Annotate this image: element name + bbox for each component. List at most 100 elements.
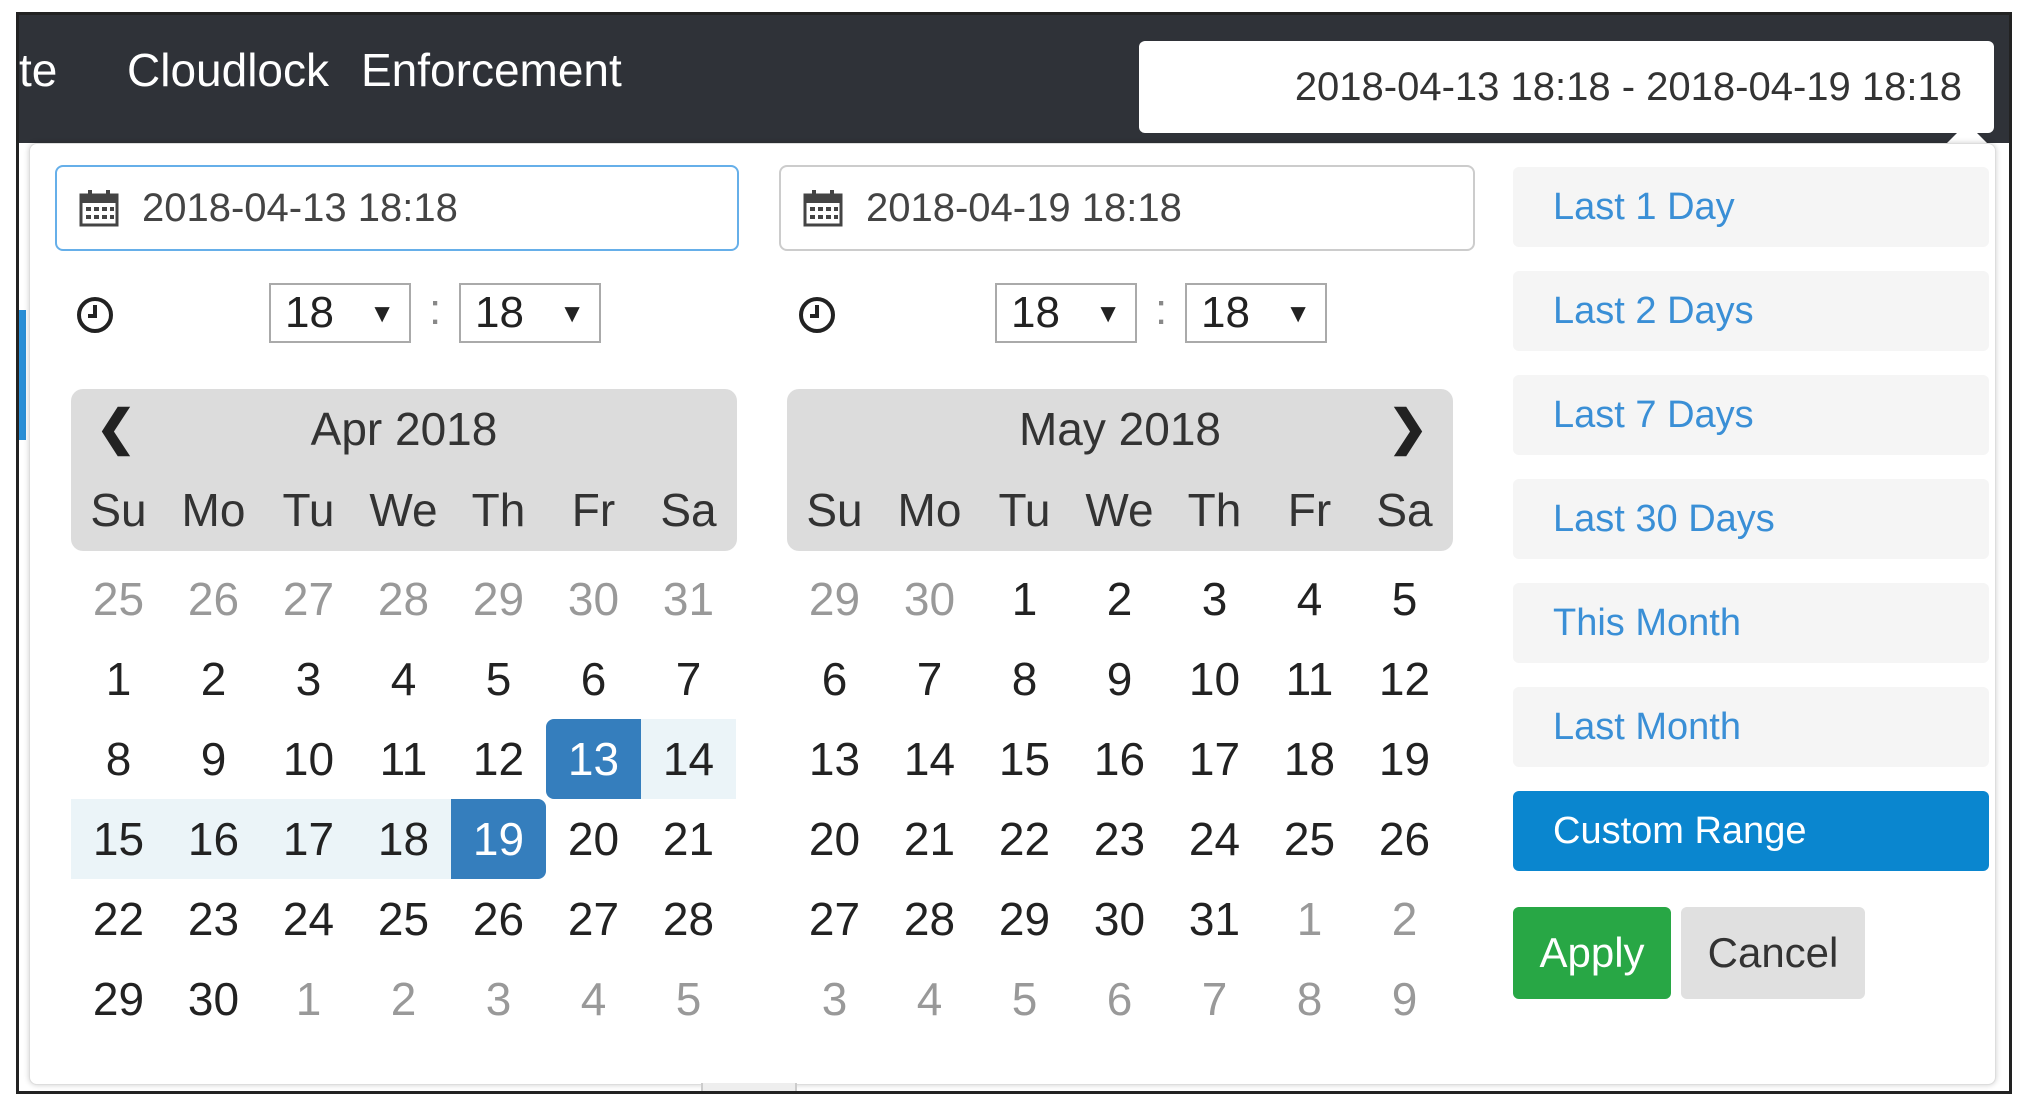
calendar-day[interactable]: 19 [1357, 719, 1452, 799]
calendar-day[interactable]: 25 [1262, 799, 1357, 879]
calendar-day[interactable]: 7 [641, 639, 736, 719]
calendar-day[interactable]: 31 [641, 559, 736, 639]
calendar-day[interactable]: 4 [546, 959, 641, 1039]
calendar-day[interactable]: 16 [1072, 719, 1167, 799]
calendar-day[interactable]: 31 [1167, 879, 1262, 959]
calendar-day[interactable]: 29 [71, 959, 166, 1039]
calendar-day[interactable]: 5 [641, 959, 736, 1039]
calendar-day[interactable]: 25 [71, 559, 166, 639]
calendar-day[interactable]: 20 [787, 799, 882, 879]
calendar-day[interactable]: 4 [882, 959, 977, 1039]
calendar-day[interactable]: 22 [71, 879, 166, 959]
calendar-day[interactable]: 24 [261, 879, 356, 959]
range-last-1-day[interactable]: Last 1 Day [1513, 167, 1989, 247]
calendar-day[interactable]: 23 [166, 879, 261, 959]
calendar-day[interactable]: 1 [1262, 879, 1357, 959]
calendar-day[interactable]: 6 [787, 639, 882, 719]
calendar-day[interactable]: 7 [882, 639, 977, 719]
nav-item-cloudlock[interactable]: Cloudlock [127, 43, 329, 97]
calendar-day[interactable]: 8 [977, 639, 1072, 719]
calendar-day[interactable]: 8 [1262, 959, 1357, 1039]
calendar-day[interactable]: 24 [1167, 799, 1262, 879]
calendar-day[interactable]: 5 [1357, 559, 1452, 639]
calendar-day[interactable]: 3 [451, 959, 546, 1039]
calendar-day[interactable]: 11 [1262, 639, 1357, 719]
calendar-day[interactable]: 13 [546, 719, 641, 799]
range-last-7-days[interactable]: Last 7 Days [1513, 375, 1989, 455]
calendar-day[interactable]: 9 [166, 719, 261, 799]
range-this-month[interactable]: This Month [1513, 583, 1989, 663]
calendar-day[interactable]: 29 [977, 879, 1072, 959]
calendar-day[interactable]: 3 [787, 959, 882, 1039]
calendar-day[interactable]: 9 [1072, 639, 1167, 719]
calendar-day[interactable]: 28 [882, 879, 977, 959]
calendar-day[interactable]: 5 [977, 959, 1072, 1039]
calendar-day[interactable]: 30 [882, 559, 977, 639]
apply-button[interactable]: Apply [1513, 907, 1671, 999]
calendar-day[interactable]: 30 [166, 959, 261, 1039]
range-custom-range[interactable]: Custom Range [1513, 791, 1989, 871]
date-range-display[interactable]: 2018-04-13 18:18 - 2018-04-19 18:18 [1139, 41, 1994, 133]
calendar-day[interactable]: 8 [71, 719, 166, 799]
range-last-month[interactable]: Last Month [1513, 687, 1989, 767]
end-minute-select[interactable]: 18 ▼ [1185, 283, 1327, 343]
calendar-day[interactable]: 2 [1072, 559, 1167, 639]
chevron-left-icon[interactable]: ❮ [71, 389, 161, 469]
calendar-day[interactable]: 10 [261, 719, 356, 799]
calendar-day[interactable]: 3 [1167, 559, 1262, 639]
calendar-day[interactable]: 14 [882, 719, 977, 799]
calendar-day[interactable]: 10 [1167, 639, 1262, 719]
calendar-day[interactable]: 16 [166, 799, 261, 879]
calendar-day[interactable]: 5 [451, 639, 546, 719]
start-minute-select[interactable]: 18 ▼ [459, 283, 601, 343]
calendar-day[interactable]: 21 [641, 799, 736, 879]
calendar-day[interactable]: 15 [71, 799, 166, 879]
calendar-day[interactable]: 26 [451, 879, 546, 959]
calendar-day[interactable]: 28 [356, 559, 451, 639]
calendar-day[interactable]: 23 [1072, 799, 1167, 879]
calendar-day[interactable]: 15 [977, 719, 1072, 799]
calendar-day[interactable]: 21 [882, 799, 977, 879]
calendar-day[interactable]: 6 [1072, 959, 1167, 1039]
chevron-right-icon[interactable]: ❯ [1363, 389, 1453, 469]
calendar-day[interactable]: 27 [787, 879, 882, 959]
calendar-day[interactable]: 25 [356, 879, 451, 959]
calendar-day[interactable]: 14 [641, 719, 736, 799]
calendar-day[interactable]: 17 [1167, 719, 1262, 799]
calendar-day[interactable]: 1 [71, 639, 166, 719]
range-last-30-days[interactable]: Last 30 Days [1513, 479, 1989, 559]
calendar-day[interactable]: 18 [356, 799, 451, 879]
calendar-day[interactable]: 1 [977, 559, 1072, 639]
start-date-input[interactable]: 2018-04-13 18:18 [55, 165, 739, 251]
calendar-day[interactable]: 4 [1262, 559, 1357, 639]
calendar-day[interactable]: 26 [166, 559, 261, 639]
calendar-day[interactable]: 3 [261, 639, 356, 719]
calendar-day[interactable]: 12 [451, 719, 546, 799]
calendar-day[interactable]: 27 [261, 559, 356, 639]
calendar-day[interactable]: 6 [546, 639, 641, 719]
calendar-day[interactable]: 1 [261, 959, 356, 1039]
calendar-day[interactable]: 30 [1072, 879, 1167, 959]
calendar-day[interactable]: 26 [1357, 799, 1452, 879]
calendar-day[interactable]: 17 [261, 799, 356, 879]
calendar-day[interactable]: 29 [787, 559, 882, 639]
calendar-day[interactable]: 27 [546, 879, 641, 959]
calendar-day[interactable]: 12 [1357, 639, 1452, 719]
cancel-button[interactable]: Cancel [1681, 907, 1865, 999]
range-last-2-days[interactable]: Last 2 Days [1513, 271, 1989, 351]
calendar-day[interactable]: 7 [1167, 959, 1262, 1039]
calendar-day[interactable]: 9 [1357, 959, 1452, 1039]
calendar-day[interactable]: 30 [546, 559, 641, 639]
calendar-day[interactable]: 18 [1262, 719, 1357, 799]
nav-item-partial[interactable]: te [19, 43, 57, 97]
nav-item-enforcement[interactable]: Enforcement [361, 43, 622, 97]
calendar-day[interactable]: 19 [451, 799, 546, 879]
calendar-day[interactable]: 2 [1357, 879, 1452, 959]
calendar-day[interactable]: 4 [356, 639, 451, 719]
calendar-day[interactable]: 29 [451, 559, 546, 639]
end-hour-select[interactable]: 18 ▼ [995, 283, 1137, 343]
calendar-day[interactable]: 2 [356, 959, 451, 1039]
end-date-input[interactable]: 2018-04-19 18:18 [779, 165, 1475, 251]
calendar-day[interactable]: 28 [641, 879, 736, 959]
calendar-day[interactable]: 13 [787, 719, 882, 799]
